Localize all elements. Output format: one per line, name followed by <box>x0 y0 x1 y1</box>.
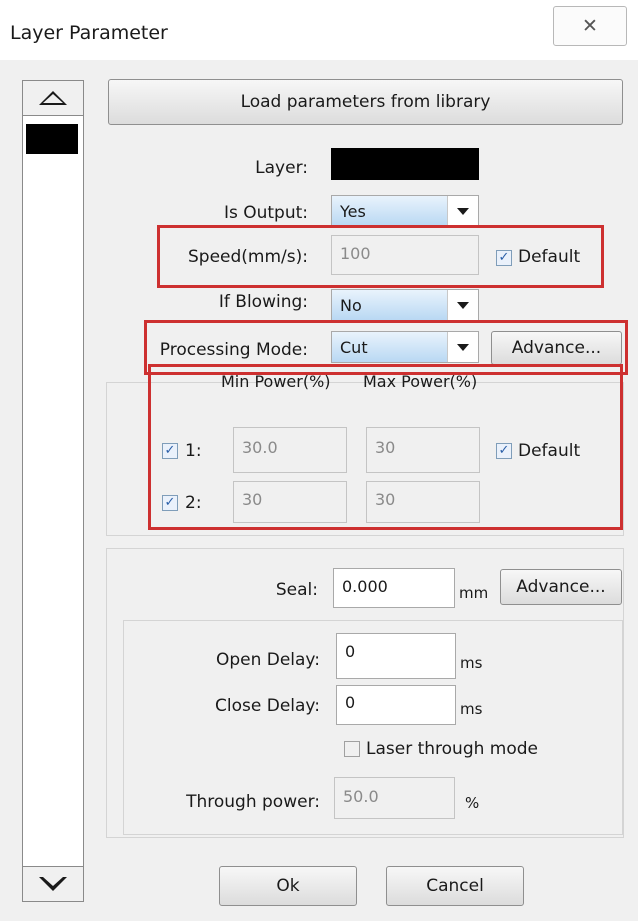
speed-default-checkbox[interactable]: ✓ <box>496 250 512 266</box>
arrow-down-icon <box>39 877 67 891</box>
if-blowing-select[interactable]: No <box>331 289 479 321</box>
layer-color-swatch[interactable] <box>331 148 479 180</box>
scroll-up-button[interactable] <box>22 80 84 116</box>
processing-mode-value: Cut <box>332 332 448 362</box>
chevron-down-icon <box>447 196 478 226</box>
is-output-select[interactable]: Yes <box>331 195 479 227</box>
layer-label: Layer: <box>255 158 308 178</box>
seal-label: Seal: <box>275 580 318 600</box>
power-default-label: Default <box>518 441 581 461</box>
max-power-header: Max Power(%) <box>363 372 478 391</box>
open-delay-unit: ms <box>460 654 483 672</box>
cancel-button[interactable]: Cancel <box>386 866 524 906</box>
processing-mode-label: Processing Mode: <box>159 340 308 360</box>
chevron-down-icon <box>447 332 478 362</box>
if-blowing-label: If Blowing: <box>218 292 308 312</box>
min-power-1-input[interactable]: 30.0 <box>233 427 347 473</box>
is-output-value: Yes <box>332 196 448 226</box>
power-row-1-checkbox[interactable]: ✓ <box>162 443 178 459</box>
arrow-up-icon <box>39 91 67 105</box>
speed-label: Speed(mm/s): <box>188 247 308 267</box>
processing-advance-button[interactable]: Advance... <box>491 331 622 365</box>
min-power-2-input[interactable]: 30 <box>233 481 347 523</box>
close-button[interactable]: ✕ <box>553 6 627 46</box>
if-blowing-value: No <box>332 290 448 320</box>
layer-parameter-dialog: Layer Parameter ✕ Load parameters from l… <box>0 0 638 921</box>
title-bar: Layer Parameter ✕ <box>0 0 638 60</box>
through-power-input[interactable]: 50.0 <box>334 777 455 819</box>
through-power-unit: % <box>465 794 480 812</box>
close-icon: ✕ <box>582 15 598 37</box>
seal-input[interactable]: 0.000 <box>333 568 455 608</box>
close-delay-unit: ms <box>460 700 483 718</box>
speed-input[interactable]: 100 <box>331 235 479 275</box>
laser-through-label: Laser through mode <box>366 739 539 759</box>
layer-list[interactable] <box>22 80 84 902</box>
speed-default-label: Default <box>518 247 581 267</box>
min-power-header: Min Power(%) <box>221 372 331 391</box>
through-power-label: Through power: <box>186 792 320 812</box>
is-output-label: Is Output: <box>223 203 308 223</box>
processing-mode-select[interactable]: Cut <box>331 331 479 363</box>
layer-list-item[interactable] <box>26 124 78 154</box>
open-delay-label: Open Delay: <box>215 650 320 670</box>
max-power-2-input[interactable]: 30 <box>366 481 480 523</box>
power-default-checkbox[interactable]: ✓ <box>496 443 512 459</box>
close-delay-label: Close Delay: <box>215 696 320 716</box>
power-row-1-label: 1: <box>185 441 202 461</box>
power-row-2-label: 2: <box>185 493 202 513</box>
max-power-1-input[interactable]: 30 <box>366 427 480 473</box>
scroll-down-button[interactable] <box>22 866 84 902</box>
load-parameters-button[interactable]: Load parameters from library <box>108 79 623 125</box>
seal-advance-button[interactable]: Advance... <box>500 569 622 605</box>
laser-through-checkbox[interactable] <box>344 741 360 757</box>
close-delay-input[interactable]: 0 <box>336 685 456 725</box>
window-title: Layer Parameter <box>10 22 168 44</box>
ok-button[interactable]: Ok <box>219 866 357 906</box>
seal-unit: mm <box>459 584 489 602</box>
open-delay-input[interactable]: 0 <box>336 633 456 679</box>
power-row-2-checkbox[interactable]: ✓ <box>162 495 178 511</box>
chevron-down-icon <box>447 290 478 320</box>
